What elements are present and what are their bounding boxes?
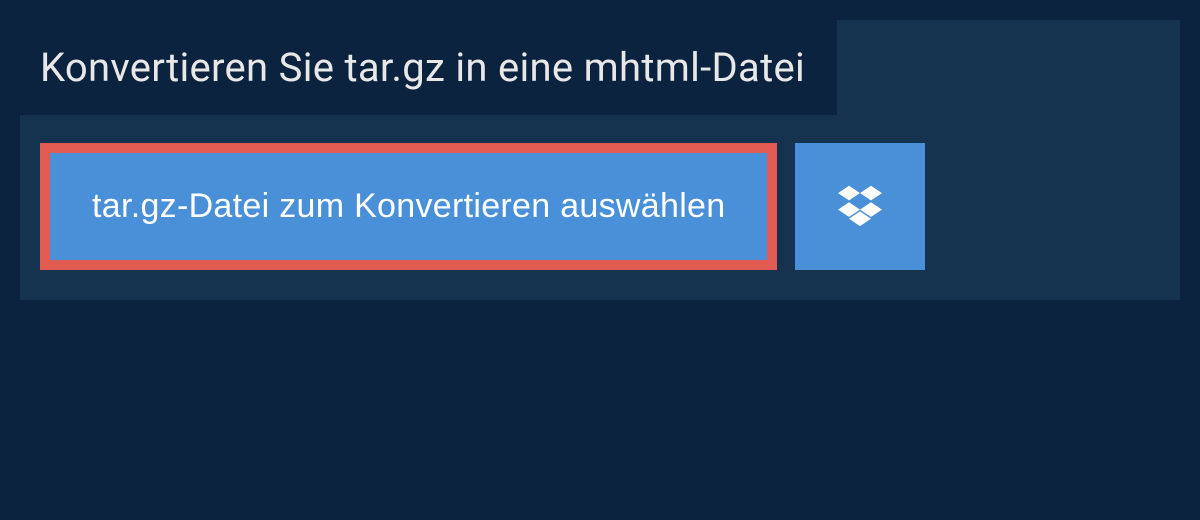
select-button-highlight: tar.gz-Datei zum Konvertieren auswählen (40, 143, 777, 270)
header-container: Konvertieren Sie tar.gz in eine mhtml-Da… (20, 20, 837, 115)
dropbox-button[interactable] (795, 143, 925, 270)
select-file-button[interactable]: tar.gz-Datei zum Konvertieren auswählen (50, 153, 767, 260)
actions-row: tar.gz-Datei zum Konvertieren auswählen (20, 143, 1180, 270)
dropbox-icon (838, 183, 882, 230)
converter-panel: Konvertieren Sie tar.gz in eine mhtml-Da… (20, 20, 1180, 300)
page-title: Konvertieren Sie tar.gz in eine mhtml-Da… (40, 44, 805, 91)
